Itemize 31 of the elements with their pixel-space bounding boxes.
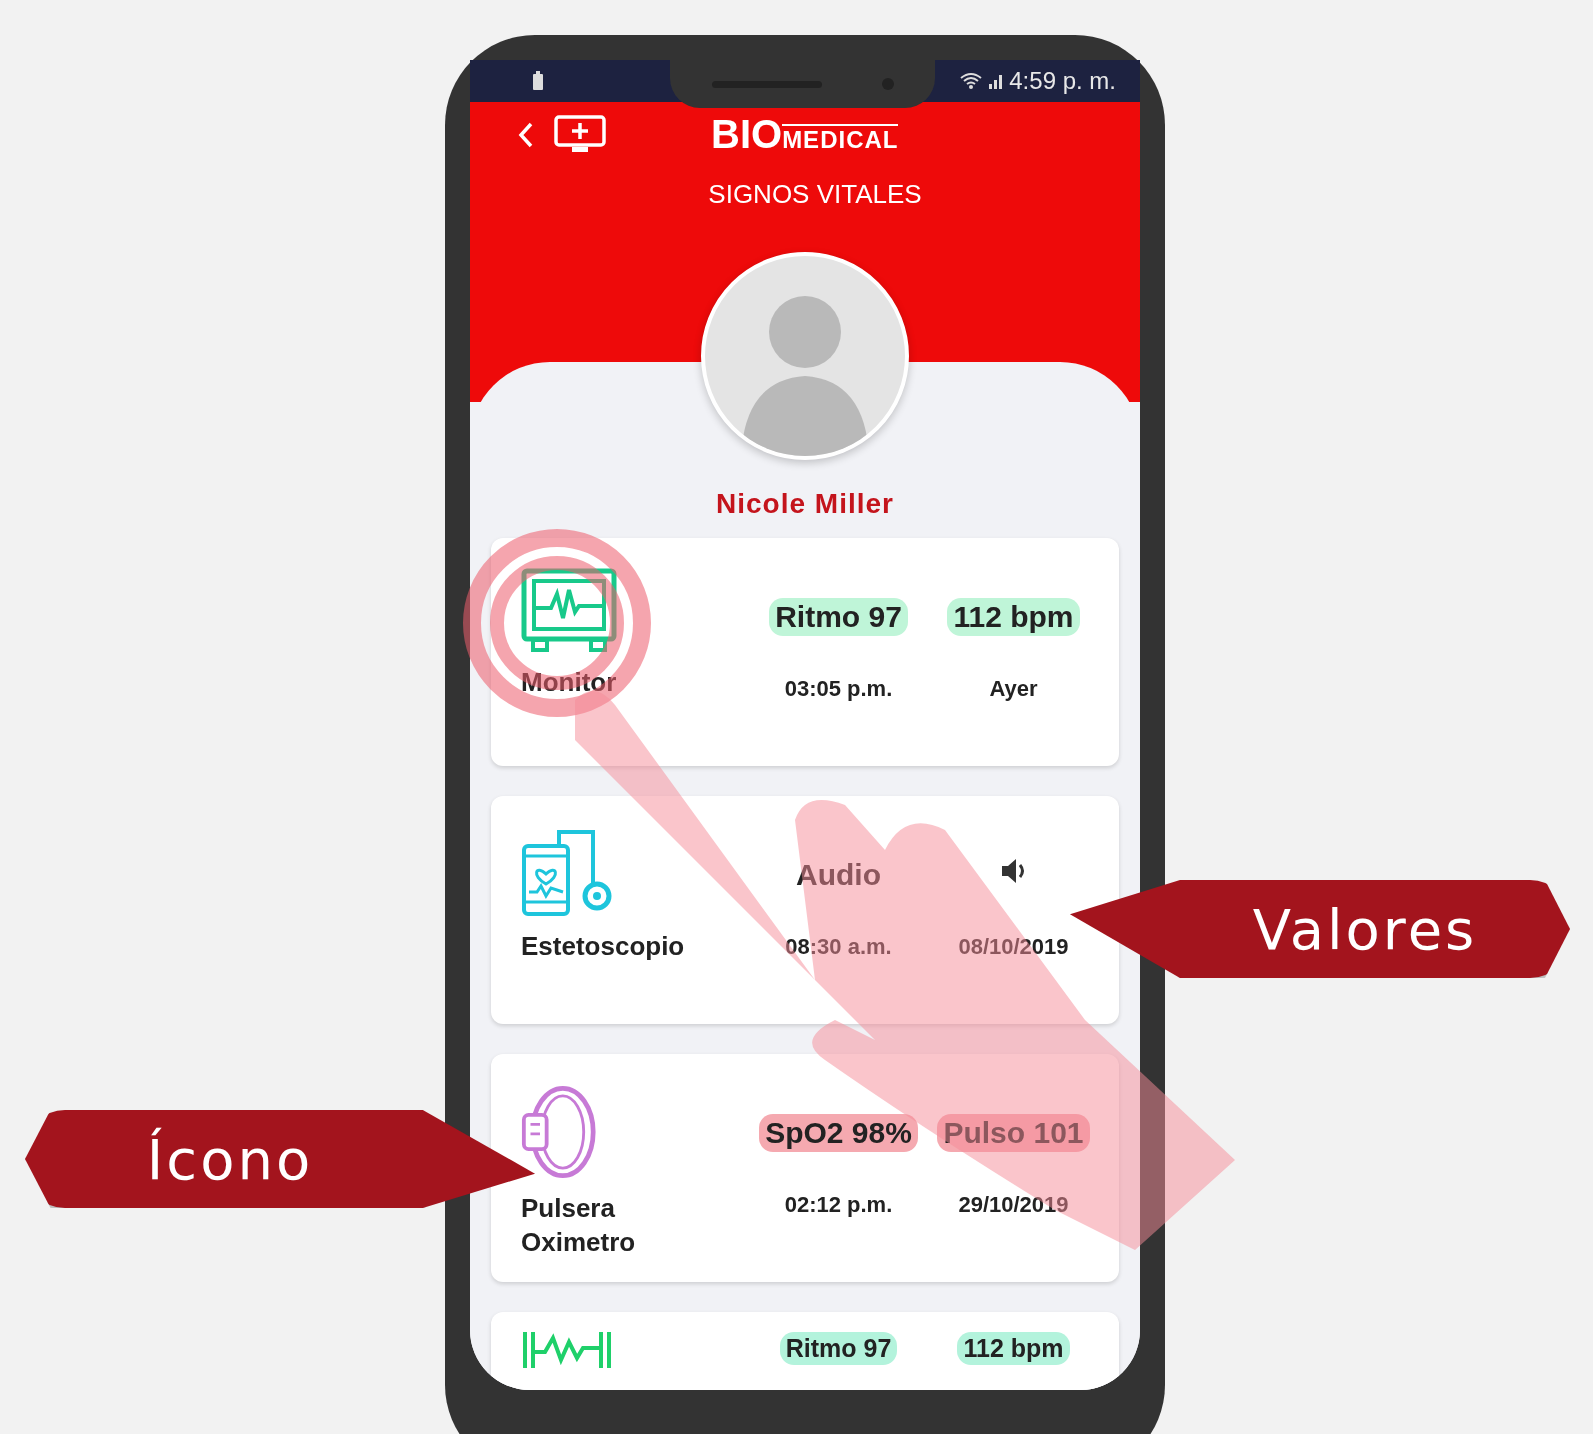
patient-name: Nicole Miller (716, 488, 894, 520)
vital-value: Ritmo 97 (779, 1332, 898, 1365)
reading-time: 08:30 a.m. (785, 934, 892, 960)
vital-value: 112 bpm (957, 1332, 1070, 1365)
vital-value: Ritmo 97 (769, 598, 908, 636)
status-time: 4:59 p. m. (1009, 67, 1116, 95)
signal-icon (989, 73, 1004, 89)
tap-rings-icon (462, 528, 652, 718)
device-card[interactable]: Estetoscopio Audio 08:30 a.m. 08/10/2019 (491, 796, 1119, 1024)
screen-title: SIGNOS VITALES (707, 179, 923, 210)
reading-time: 03:05 p.m. (784, 676, 893, 702)
back-icon[interactable] (518, 120, 534, 149)
reading-time: 08/10/2019 (958, 934, 1069, 960)
reading-time: 02:12 p.m. (784, 1192, 893, 1218)
wifi-icon (959, 72, 984, 90)
device-label: Pulsera Oximetro (521, 1192, 637, 1259)
app-logo: BIOMEDICAL (711, 112, 899, 157)
device-card[interactable]: Pulsera Oximetro SpO2 98% Pulso 101 02:12 p.m. 29/10/2019 (491, 1054, 1119, 1282)
heart-monitor-icon (521, 568, 617, 654)
battery-icon (532, 71, 544, 91)
vital-value: Pulso 101 (937, 1114, 1090, 1152)
monitor-plus-icon[interactable] (554, 114, 606, 155)
pulse-wave-icon (521, 1330, 613, 1370)
reading-time: Ayer (989, 676, 1038, 702)
reading-time: 29/10/2019 (958, 1192, 1069, 1218)
device-card[interactable]: Ritmo 97 112 bpm (491, 1312, 1119, 1390)
vital-value: 112 bpm (947, 598, 1080, 636)
smartwatch-band-icon (521, 1084, 597, 1180)
vital-value: Audio (795, 857, 882, 893)
device-label: Estetoscopio (521, 930, 685, 963)
vital-value: SpO2 98% (759, 1114, 918, 1152)
